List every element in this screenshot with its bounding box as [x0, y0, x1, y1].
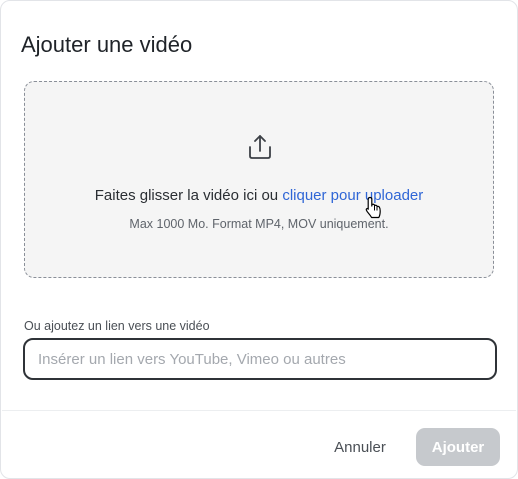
dropzone-instruction-text: Faites glisser la vidéo ici ou [94, 187, 279, 204]
add-video-dialog: Ajouter une vidéo Faites glisser la vidé… [0, 0, 518, 479]
dialog-title: Ajouter une vidéo [21, 32, 193, 57]
footer-divider [2, 410, 516, 411]
cancel-button[interactable]: Annuler [321, 428, 399, 466]
dropzone-hint: Max 1000 Mo. Format MP4, MOV uniquement. [129, 217, 389, 231]
video-link-input[interactable] [23, 338, 497, 380]
upload-icon [247, 133, 273, 161]
hand-pointer-icon [364, 196, 384, 220]
add-button[interactable]: Ajouter [416, 428, 500, 466]
video-dropzone[interactable]: Faites glisser la vidéo ici ou cliquer p… [24, 81, 494, 278]
dropzone-instruction: Faites glisser la vidéo ici ou cliquer p… [25, 186, 493, 206]
upload-link[interactable]: cliquer pour uploader [282, 187, 423, 204]
video-link-label: Ou ajoutez un lien vers une vidéo [24, 319, 210, 333]
